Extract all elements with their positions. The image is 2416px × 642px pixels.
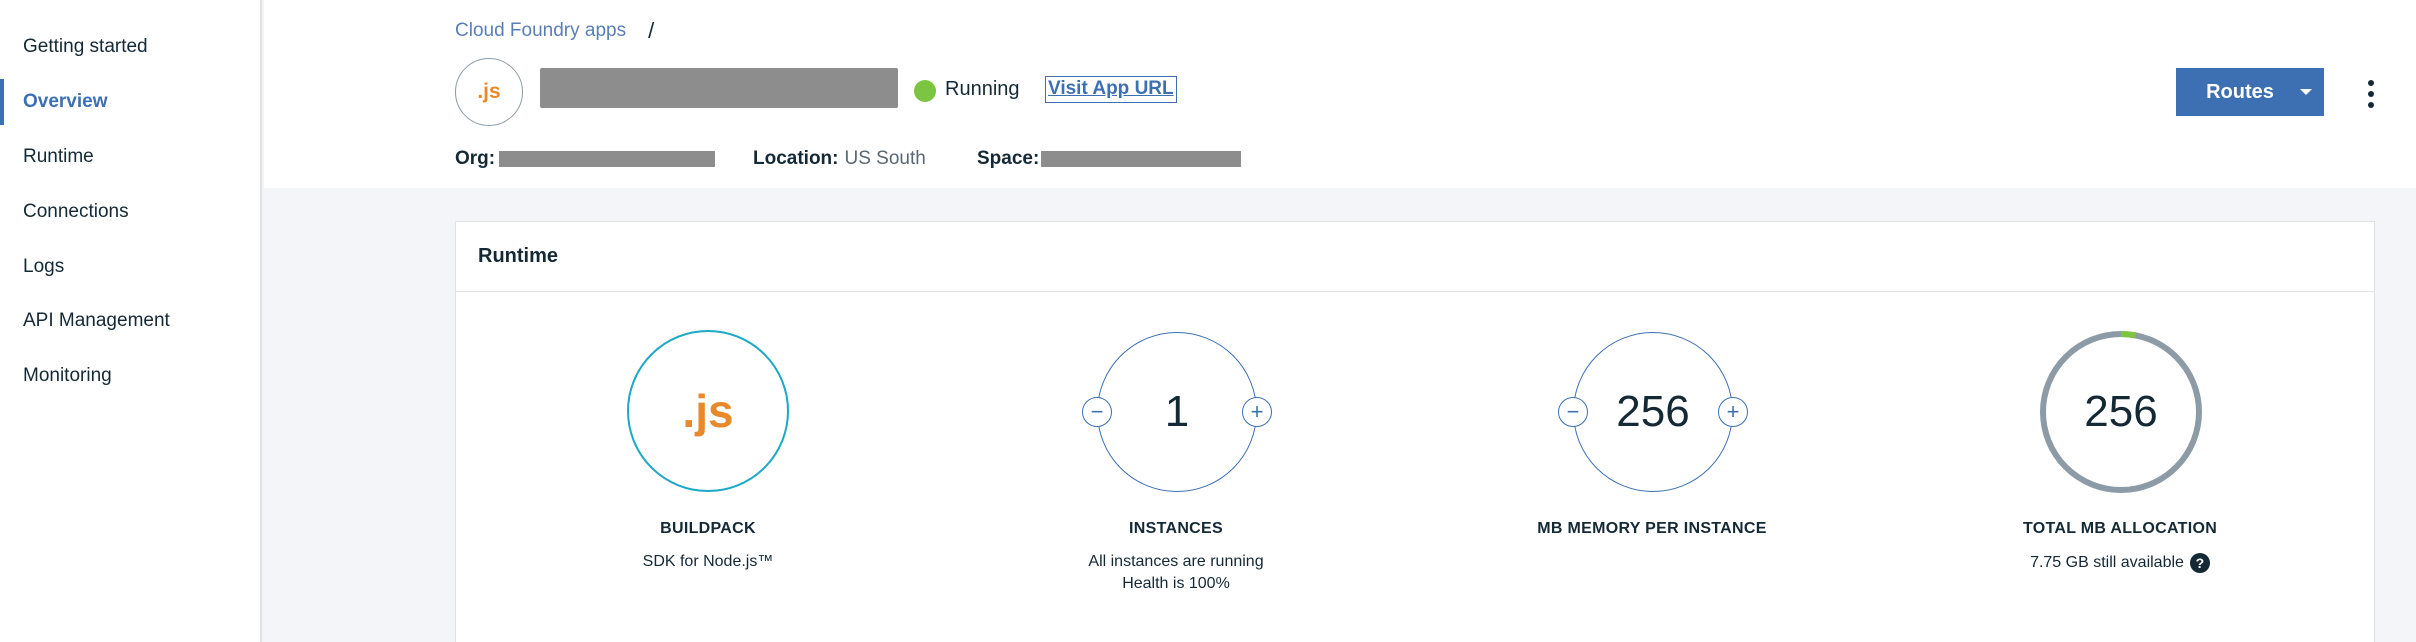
buildpack-subtitle: SDK for Node.js™ [642, 553, 774, 570]
redacted-org-value [499, 151, 716, 167]
runtime-card: Runtime .js BUILDPACK SDK for Node.js™ 1… [455, 221, 2375, 642]
available-memory-text: 7.75 GB still available [2030, 554, 2184, 572]
decrease-memory-button[interactable]: − [1558, 397, 1588, 427]
sidebar-item-connections[interactable]: Connections [0, 189, 260, 235]
sidebar-item-overview[interactable]: Overview [0, 79, 260, 125]
sidebar-item-api-management[interactable]: API Management [0, 298, 260, 344]
org-label: Org: [455, 148, 496, 169]
location-info: Location: US South [753, 148, 926, 170]
total-allocation-circle: 256 [2041, 332, 2201, 492]
sidebar-item-getting-started[interactable]: Getting started [0, 24, 260, 70]
org-info: Org: [455, 148, 716, 170]
breadcrumb-link-cloud-foundry-apps[interactable]: Cloud Foundry apps [455, 20, 626, 42]
total-allocation-value: 256 [2084, 387, 2158, 436]
status-running-icon [914, 80, 936, 102]
instances-status-line: All instances are running [1088, 553, 1264, 570]
app-icon-text: .js [477, 80, 501, 103]
instances-value: 1 [1164, 387, 1190, 436]
memory-value: 256 [1616, 387, 1690, 436]
location-value: US South [844, 148, 926, 169]
runtime-card-title: Runtime [456, 222, 2374, 292]
plus-icon: + [1726, 399, 1740, 424]
overflow-menu-icon[interactable] [2360, 74, 2382, 114]
redacted-space-value [1041, 151, 1242, 167]
memory-title: MB MEMORY PER INSTANCE [1537, 520, 1767, 537]
minus-icon: − [1566, 399, 1580, 424]
nodejs-app-icon: .js [455, 58, 523, 126]
sidebar-item-monitoring[interactable]: Monitoring [0, 353, 260, 399]
plus-icon: + [1250, 399, 1264, 424]
buildpack-title: BUILDPACK [660, 520, 756, 537]
total-allocation-title: TOTAL MB ALLOCATION [2022, 520, 2218, 537]
buildpack-circle: .js [627, 330, 789, 492]
sidebar: Getting started Overview Runtime Connect… [0, 0, 262, 642]
increase-instances-button[interactable]: + [1242, 397, 1272, 427]
visit-app-url-link[interactable]: Visit App URL [1045, 76, 1177, 103]
instances-title: INSTANCES [1129, 520, 1223, 537]
breadcrumb-separator: / [648, 18, 655, 43]
minus-icon: − [1090, 399, 1104, 424]
instances-health-line: Health is 100% [1122, 575, 1230, 592]
app-header: Cloud Foundry apps / .js Running Visit A… [264, 0, 2416, 188]
location-label: Location: [753, 148, 839, 169]
sidebar-item-logs[interactable]: Logs [0, 244, 260, 290]
total-allocation-subtitle: 7.75 GB still available? [1940, 553, 2300, 573]
increase-memory-button[interactable]: + [1718, 397, 1748, 427]
status-text: Running [945, 78, 1020, 100]
routes-button[interactable]: Routes [2176, 68, 2324, 116]
decrease-instances-button[interactable]: − [1082, 397, 1112, 427]
instances-circle: 1 [1097, 332, 1257, 492]
help-icon[interactable]: ? [2189, 553, 2210, 573]
routes-button-label: Routes [2206, 80, 2274, 103]
sidebar-item-runtime[interactable]: Runtime [0, 134, 260, 180]
nodejs-icon: .js [682, 385, 734, 437]
memory-circle: 256 [1573, 332, 1733, 492]
breadcrumb: Cloud Foundry apps / [455, 18, 654, 44]
space-label: Space: [977, 148, 1040, 169]
redacted-app-name [540, 68, 898, 108]
chevron-down-icon[interactable] [2300, 89, 2312, 95]
space-info: Space: [977, 148, 1242, 170]
